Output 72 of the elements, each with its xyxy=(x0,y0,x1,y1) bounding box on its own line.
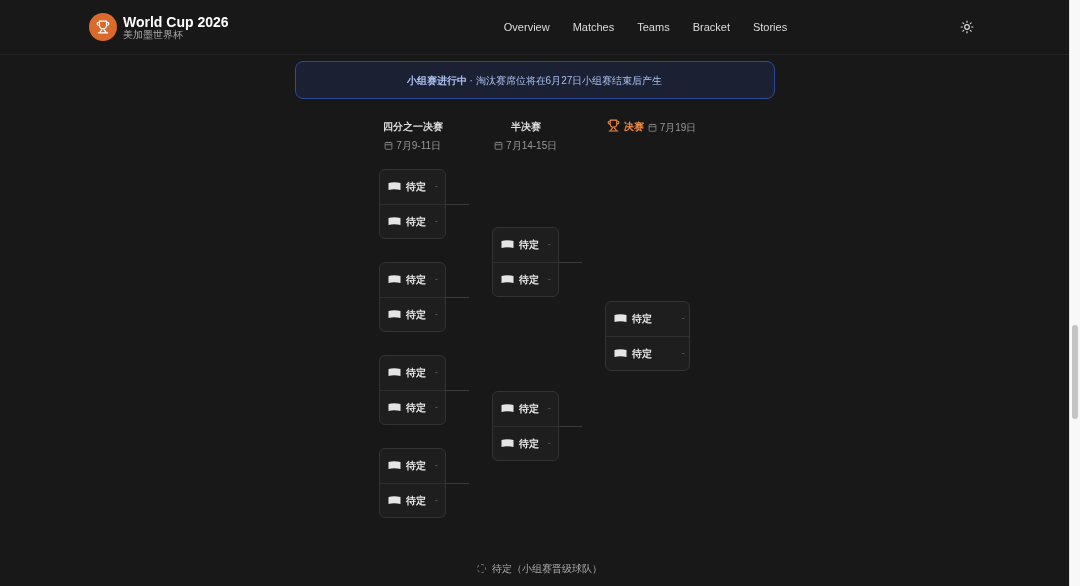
round-date: 7月19日 xyxy=(659,121,697,135)
team-name: 待定 xyxy=(518,402,539,417)
team-score: - xyxy=(434,214,438,228)
team-name: 待定 xyxy=(631,346,652,361)
team-score: - xyxy=(547,272,551,286)
calendar-icon xyxy=(647,123,657,132)
team-score: - xyxy=(434,366,438,379)
nav-link[interactable]: Teams xyxy=(637,18,670,36)
match-card[interactable]: 待定 - 待定 - xyxy=(378,262,446,332)
logo-badge[interactable] xyxy=(89,13,117,41)
team-score: - xyxy=(547,402,551,415)
team-name: 待定 xyxy=(405,400,426,415)
round-title: 决赛 xyxy=(623,120,644,134)
flag-icon xyxy=(387,182,401,192)
round-title: 半决赛 xyxy=(510,120,541,134)
calendar-icon xyxy=(384,141,394,150)
nav-link[interactable]: Stories xyxy=(752,18,788,36)
team-score: - xyxy=(434,180,438,193)
flag-icon xyxy=(500,274,514,284)
team-score: - xyxy=(547,238,551,251)
team-score: - xyxy=(434,400,438,414)
match-card[interactable]: 待定 - 待定 - xyxy=(491,227,559,297)
flag-icon xyxy=(387,216,401,226)
match-card[interactable]: 待定 - 待定 - xyxy=(378,448,446,518)
match-card[interactable]: 待定 - 待定 - xyxy=(378,169,446,239)
flag-icon xyxy=(500,438,514,448)
flag-icon xyxy=(613,348,627,358)
nav-link[interactable]: Overview xyxy=(503,18,550,36)
sun-icon[interactable] xyxy=(960,20,974,34)
team-score: - xyxy=(434,493,438,507)
flag-icon xyxy=(387,368,401,378)
team-name: 待定 xyxy=(518,238,539,253)
trophy-icon xyxy=(606,119,620,132)
team-name: 待定 xyxy=(631,312,652,327)
team-name: 待定 xyxy=(518,436,539,451)
team-name: 待定 xyxy=(405,307,426,322)
brand-title: World Cup 2026 xyxy=(123,14,229,29)
team-score: - xyxy=(547,436,551,450)
round-title: 四分之一决赛 xyxy=(382,120,443,134)
flag-icon xyxy=(387,309,401,319)
team-name: 待定 xyxy=(518,272,539,287)
flag-icon xyxy=(387,495,401,505)
team-name: 待定 xyxy=(405,366,426,381)
match-card[interactable]: 待定 - 待定 - xyxy=(491,391,559,461)
team-score: - xyxy=(681,312,685,325)
team-score: - xyxy=(434,273,438,286)
team-score: - xyxy=(434,459,438,472)
brand-subtitle: 美加墨世界杯 xyxy=(123,29,183,40)
team-score: - xyxy=(434,307,438,321)
round-date: 7月9-11日 xyxy=(396,139,442,153)
flag-icon xyxy=(613,314,627,324)
trophy-icon xyxy=(96,20,110,34)
flag-icon xyxy=(387,275,401,285)
team-score: - xyxy=(681,346,685,360)
round-date: 7月14-15日 xyxy=(506,139,558,153)
match-card[interactable]: 待定 - 待定 - xyxy=(378,355,446,425)
match-card[interactable]: 待定 - 待定 - xyxy=(604,301,690,371)
legend-text: 待定（小组赛晋级球队） xyxy=(492,562,602,576)
flag-icon xyxy=(387,461,401,471)
nav-link[interactable]: Bracket xyxy=(692,18,730,36)
nav-link[interactable]: Matches xyxy=(572,18,615,36)
team-name: 待定 xyxy=(405,273,426,288)
flag-icon xyxy=(500,240,514,250)
team-name: 待定 xyxy=(405,459,426,474)
team-name: 待定 xyxy=(405,180,426,195)
calendar-icon xyxy=(494,141,504,150)
scrollbar-thumb[interactable] xyxy=(1072,325,1078,419)
team-name: 待定 xyxy=(405,214,426,229)
team-name: 待定 xyxy=(405,493,426,508)
flag-icon xyxy=(500,404,514,414)
flag-icon xyxy=(387,402,401,412)
notice-text: 小组赛进行中 · 淘汰赛席位将在6月27日小组赛结束后产生 xyxy=(406,73,663,88)
